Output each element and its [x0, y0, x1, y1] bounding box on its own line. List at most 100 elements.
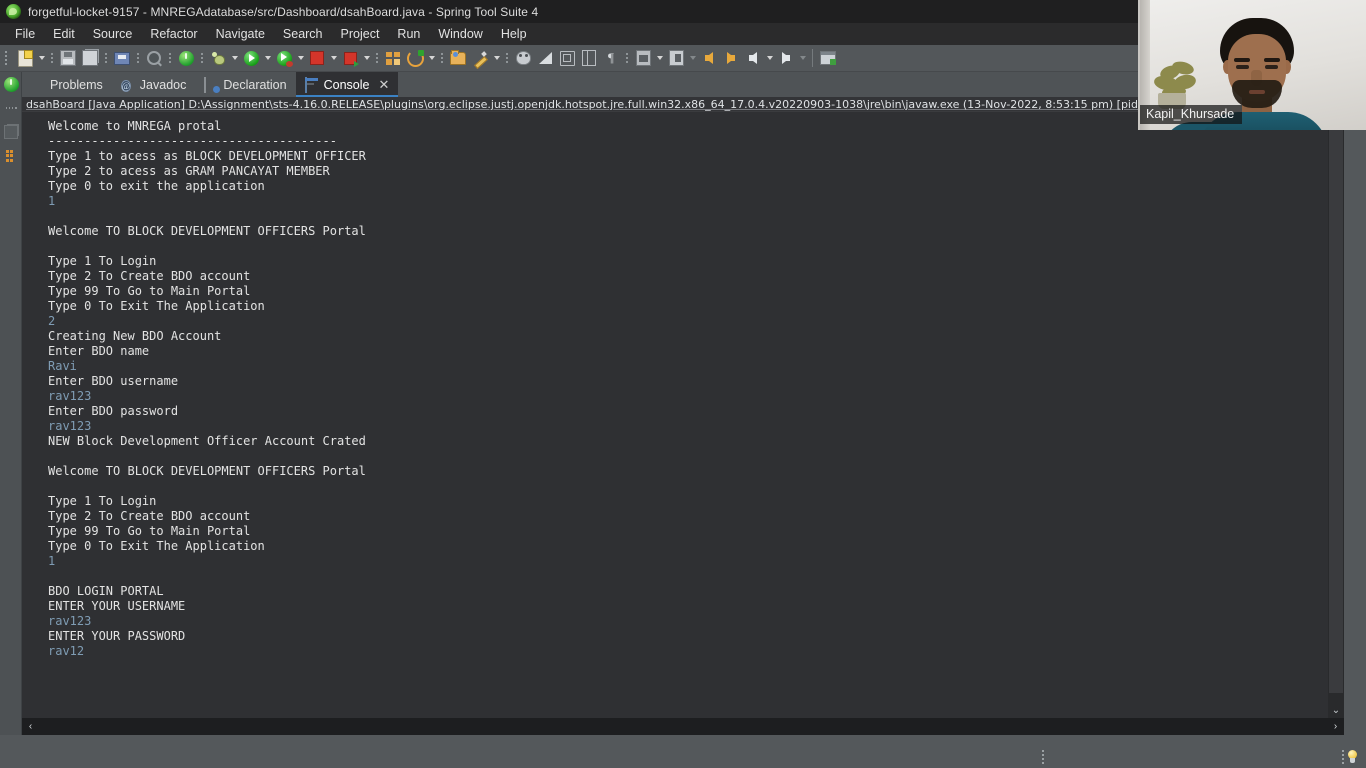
relaunch-button[interactable]: [339, 47, 361, 69]
javadoc-icon: @: [120, 79, 132, 92]
stop-button[interactable]: [306, 47, 328, 69]
save-button[interactable]: [57, 47, 79, 69]
menu-edit[interactable]: Edit: [44, 24, 84, 44]
console-line: rav123: [48, 614, 92, 628]
open-type-button[interactable]: [447, 47, 469, 69]
menu-file[interactable]: File: [6, 24, 44, 44]
new-window-button[interactable]: [817, 47, 839, 69]
back-history-dropdown[interactable]: [764, 47, 775, 69]
rail-terminate-button[interactable]: [0, 72, 22, 96]
rail-grid-view-button[interactable]: [0, 144, 22, 168]
menu-help[interactable]: Help: [492, 24, 536, 44]
open-type-icon: [450, 49, 466, 65]
toolbar-separator-6: [374, 48, 380, 68]
previous-annotation-dropdown[interactable]: [687, 47, 698, 69]
back-history-button[interactable]: [742, 47, 764, 69]
new-document-dropdown[interactable]: [36, 47, 47, 69]
tab-declaration-label: Declaration: [223, 77, 287, 92]
refresh-button[interactable]: [404, 47, 426, 69]
edit-button[interactable]: [469, 47, 491, 69]
console-line: ENTER YOUR PASSWORD: [48, 629, 186, 643]
save-all-button[interactable]: [79, 47, 101, 69]
scroll-right-icon[interactable]: ›: [1327, 718, 1344, 735]
toolbar-separator-4: [167, 48, 173, 68]
toolbar-separator-7: [439, 48, 445, 68]
console-line: Enter BDO password: [48, 404, 179, 418]
tab-problems[interactable]: Problems: [22, 72, 112, 97]
rail-drag-handle[interactable]: [0, 96, 22, 120]
paragraph-button[interactable]: ¶: [600, 47, 622, 69]
search-button[interactable]: [143, 47, 165, 69]
console-line: Welcome TO BLOCK DEVELOPMENT OFFICERS Po…: [48, 464, 366, 478]
status-left-region: [0, 746, 1040, 768]
console-line: Welcome TO BLOCK DEVELOPMENT OFFICERS Po…: [48, 224, 366, 238]
run-coverage-button[interactable]: [273, 47, 295, 69]
tab-console[interactable]: Console ✕: [295, 72, 399, 97]
book-icon: [582, 50, 596, 66]
forward-arrow-button[interactable]: [720, 47, 742, 69]
run-coverage-dropdown[interactable]: [295, 47, 306, 69]
toolbar-drag-handle[interactable]: [3, 47, 12, 69]
close-icon[interactable]: ✕: [378, 78, 389, 91]
console-line: Type 99 To Go to Main Portal: [48, 524, 251, 538]
next-annotation-dropdown[interactable]: [654, 47, 665, 69]
debug-dropdown[interactable]: [229, 47, 240, 69]
refresh-dropdown[interactable]: [426, 47, 437, 69]
console-text-content[interactable]: Welcome to MNREGA protal ----------------…: [22, 113, 1322, 718]
open-perspective-button[interactable]: [382, 47, 404, 69]
menu-source[interactable]: Source: [84, 24, 142, 44]
console-line: Type 0 To Exit The Application: [48, 539, 265, 553]
scroll-left-icon[interactable]: ‹: [22, 718, 39, 735]
console-line: BDO LOGIN PORTAL: [48, 584, 164, 598]
book-button[interactable]: [578, 47, 600, 69]
console-line: 1: [48, 554, 56, 568]
edit-icon: [473, 51, 487, 65]
terminate-power-button[interactable]: [175, 47, 197, 69]
console-line: 1: [48, 194, 56, 208]
gradient-button[interactable]: [534, 47, 556, 69]
palette-button[interactable]: [512, 47, 534, 69]
console-line: rav123: [48, 419, 92, 433]
scroll-down-icon[interactable]: ⌄: [1328, 702, 1344, 718]
console-line: Type 2 to acess as GRAM PANCAYAT MEMBER: [48, 164, 330, 178]
rail-save-all-button[interactable]: [0, 120, 22, 144]
tab-javadoc[interactable]: @ Javadoc: [112, 72, 196, 97]
frame-button[interactable]: [556, 47, 578, 69]
menu-navigate[interactable]: Navigate: [207, 24, 274, 44]
toolbar-separator-1: [49, 48, 55, 68]
forward-history-button[interactable]: [775, 47, 797, 69]
previous-annotation-button[interactable]: [665, 47, 687, 69]
next-annotation-button[interactable]: [632, 47, 654, 69]
run-button[interactable]: [240, 47, 262, 69]
debug-button[interactable]: [207, 47, 229, 69]
menu-run[interactable]: Run: [388, 24, 429, 44]
menu-project[interactable]: Project: [332, 24, 389, 44]
forward-history-dropdown[interactable]: [797, 47, 808, 69]
console-view-panel: Problems @ Javadoc Declaration Console ✕…: [22, 72, 1344, 735]
console-horizontal-scrollbar[interactable]: ‹ ›: [22, 718, 1344, 735]
console-vertical-scrollbar[interactable]: ⌄: [1328, 113, 1344, 718]
menu-window[interactable]: Window: [429, 24, 491, 44]
toolbar-separator-10: [812, 49, 813, 67]
edit-dropdown[interactable]: [491, 47, 502, 69]
console-line: Creating New BDO Account: [48, 329, 222, 343]
back-arrow-button[interactable]: [698, 47, 720, 69]
toolbar-separator-2: [103, 48, 109, 68]
stop-dropdown[interactable]: [328, 47, 339, 69]
console-output-area[interactable]: dsahBoard [Java Application] D:\Assignme…: [22, 97, 1344, 735]
run-dropdown[interactable]: [262, 47, 273, 69]
console-line: rav123: [48, 389, 92, 403]
quick-access-bulb-icon[interactable]: [1346, 749, 1359, 765]
console-vertical-scroll-thumb[interactable]: [1329, 113, 1343, 693]
new-document-button[interactable]: [14, 47, 36, 69]
console-horizontal-scroll-track[interactable]: [39, 718, 1327, 735]
next-annotation-icon: [635, 50, 651, 66]
menu-search[interactable]: Search: [274, 24, 332, 44]
relaunch-dropdown[interactable]: [361, 47, 372, 69]
tab-declaration[interactable]: Declaration: [195, 72, 295, 97]
print-button[interactable]: [111, 47, 133, 69]
menu-refactor[interactable]: Refactor: [141, 24, 206, 44]
webcam-overlay[interactable]: Kapil_Khursade: [1138, 0, 1366, 130]
